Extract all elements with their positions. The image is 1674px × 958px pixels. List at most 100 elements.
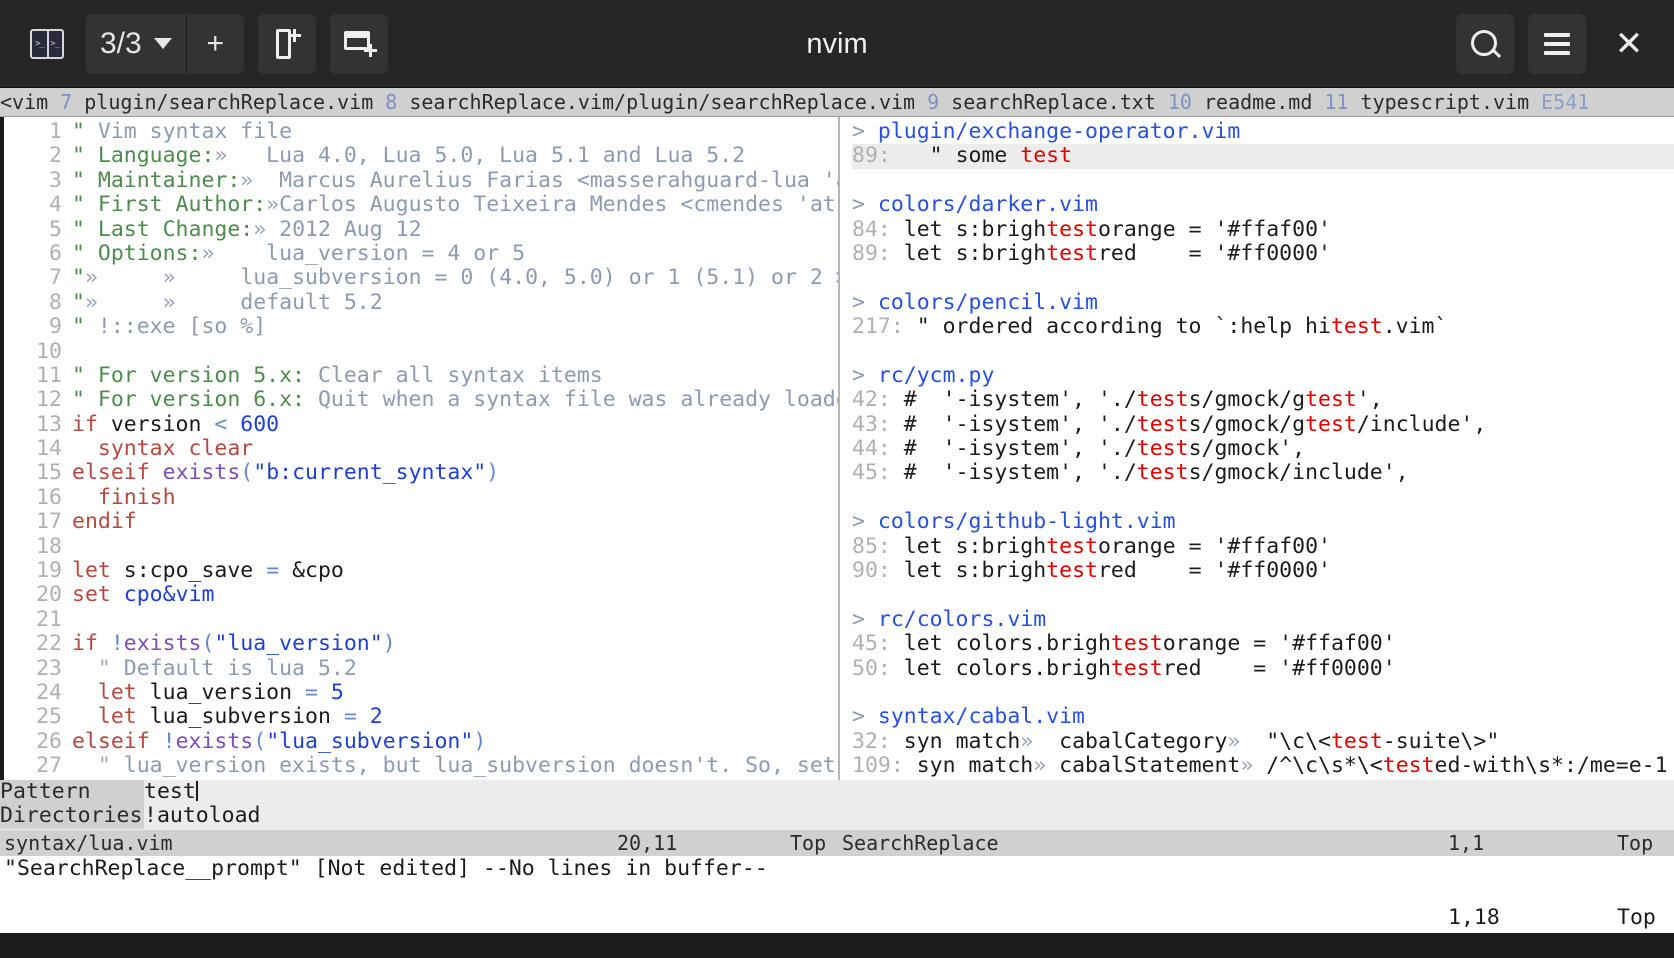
search-results-pane[interactable]: > plugin/exchange-operator.vim 89: " some… [840,117,1674,780]
window-titlebar: >_ >_ 3/3 + nvim ✕ [0,0,1674,88]
code-token: let [97,679,137,705]
menu-button[interactable] [1528,13,1586,74]
prompt-row[interactable]: Directories!autoload [0,803,1674,829]
result-line-number: 42: [852,387,891,413]
code-token: &cpo [279,558,344,584]
code-token: Options: [97,240,202,266]
code-token: let [72,558,111,584]
result-file-header[interactable]: > rc/colors.vim [852,607,1674,632]
searchreplace-prompt[interactable]: Pattern test Directories!autoload [0,779,1674,830]
status-right-name: SearchReplace [842,831,999,855]
source-line[interactable]: 14 syntax clear [4,436,838,461]
result-text: # '-isystem', './ [890,387,1137,413]
tabline-tab[interactable]: 8 searchReplace.vim/plugin/searchReplace… [373,90,915,114]
close-window-button[interactable]: ✕ [1600,14,1658,74]
source-line[interactable]: 15 elseif exists("b:current_syntax") [4,461,838,486]
tabline-error-code: E541 [1541,89,1590,114]
source-line[interactable]: 7 "» » lua_subversion = 0 (4.0, 5.0) or 1… [4,265,838,291]
line-number: 22 [36,631,62,657]
source-line[interactable]: 22 if !exists("lua_version") [4,631,838,657]
source-line[interactable]: 12 " For version 6.x: Quit when a syntax … [4,387,838,412]
source-line[interactable]: 17 endif [4,509,838,534]
source-line[interactable]: 26 elseif !exists("lua_subversion") [4,729,838,754]
result-line-number: 217: [852,314,904,340]
source-line[interactable]: 27 " lua_version exists, but lua_subvers… [4,753,838,779]
result-line[interactable]: 89: " some test [852,143,1674,169]
code-token: » [162,265,176,291]
source-pane[interactable]: 1 " Vim syntax file 2 " Language:» Lua 4.0,… [0,117,840,780]
prompt-value[interactable]: !autoload [144,803,261,828]
source-line[interactable]: 20 set cpo&vim [4,582,838,608]
source-line[interactable]: 13 if version < 600 [4,412,838,437]
code-token: " [97,753,124,779]
source-line[interactable]: 23 " Default is lua 5.2 [4,656,838,681]
tabline-tab[interactable]: 7 plugin/searchReplace.vim [48,90,373,114]
result-line-number: 45: [852,631,891,657]
result-file-header[interactable]: > rc/ycm.py [852,363,1674,388]
prompt-label: Pattern [0,779,144,805]
result-text: red = '#ff0000' [1097,240,1331,266]
match-highlight: test [1046,558,1098,584]
result-line[interactable]: 50: let colors.brightestred = '#ff0000' [852,656,1674,681]
source-line[interactable]: 10 [4,339,838,364]
result-line[interactable]: 90: let s:brightestred = '#ff0000' [852,558,1674,584]
result-file-header[interactable]: > colors/pencil.vim [852,289,1674,315]
new-file-button[interactable] [257,13,316,74]
result-line[interactable]: 85: let s:brightestorange = '#ffaf00' [852,534,1674,559]
result-line[interactable]: 45: # '-isystem', './tests/gmock/include… [852,461,1674,486]
source-line[interactable]: 18 [4,534,838,559]
code-token: For version 5.x: [97,362,305,388]
prompt-value[interactable]: test [144,779,196,804]
source-line[interactable]: 1 " Vim syntax file [4,119,838,144]
result-line[interactable]: 43: # '-isystem', './tests/gmock/gtest/i… [852,411,1674,437]
source-line[interactable]: 24 let lua_version = 5 [4,679,838,705]
result-line[interactable]: 109: syn match» cabalStatement» /^\c\s*\… [852,753,1674,778]
result-line[interactable]: 32: syn match» cabalCategory» "\c\<test-… [852,729,1674,754]
new-window-button[interactable] [329,13,388,74]
result-line[interactable]: 45: let colors.brightestorange = '#ffaf0… [852,631,1674,657]
code-token: lua_subversion = 0 (4.0, 5.0) or 1 (5.1)… [175,265,836,291]
result-file-header[interactable]: > syntax/cabal.vim [852,705,1674,729]
tabline[interactable]: <vim 7 plugin/searchReplace.vim 8 searchR… [0,88,1674,117]
result-text: red = '#ff0000' [1097,558,1331,584]
prompt-row[interactable]: Pattern test [0,779,1674,805]
result-line[interactable]: 84: let s:brightestorange = '#ffaf00' [852,217,1674,242]
command-line[interactable]: "SearchReplace__prompt" [Not edited] --N… [0,856,1674,933]
result-line[interactable]: 217: " ordered according to `:help hites… [852,314,1674,340]
result-file-header[interactable]: > plugin/exchange-operator.vim [852,119,1674,144]
source-line[interactable]: 21 [4,607,838,632]
match-highlight: test [1136,411,1189,437]
tabline-tab[interactable]: 9 searchReplace.txt [915,90,1156,114]
source-line[interactable]: 9 " !::exe [so %] [4,314,838,340]
result-line-number: 90: [852,558,891,584]
search-button[interactable] [1456,13,1514,74]
source-line[interactable]: 2 " Language:» Lua 4.0, Lua 5.0, Lua 5.1 … [4,143,838,168]
session-selector-button[interactable]: 3/3 [86,13,186,74]
chevron-right-icon: > [852,289,878,315]
results-spacer [852,340,1674,364]
result-line[interactable]: 44: # '-isystem', './tests/gmock', [852,436,1674,461]
source-line[interactable]: 5 " Last Change:» 2012 Aug 12 [4,217,838,242]
source-line[interactable]: 8 "» » default 5.2 [4,290,838,315]
result-line[interactable]: 89: let s:brightestred = '#ff0000' [852,240,1674,266]
new-tab-button[interactable]: + [185,13,244,74]
source-line[interactable]: 11 " For version 5.x: Clear all syntax it… [4,362,838,388]
result-line[interactable]: 42: # '-isystem', './tests/gmock/gtest', [852,387,1674,413]
source-line[interactable]: 16 finish [4,485,838,510]
source-line[interactable]: 25 let lua_subversion = 2 [4,704,838,729]
source-line[interactable]: 6 " Options:» lua_version = 4 or 5 [4,240,838,266]
source-line[interactable]: 19 let s:cpo_save = &cpo [4,558,838,584]
code-token: !::exe [so %] [97,314,267,340]
tabline-tab[interactable]: 11 typescript.vim [1312,90,1529,114]
result-file-header[interactable]: > colors/darker.vim [852,192,1674,217]
tabline-tab[interactable]: 10 readme.md [1156,90,1313,114]
result-text: let colors.brigh [890,631,1111,657]
source-line[interactable]: 3 " Maintainer:» Marcus Aurelius Farias <… [4,168,838,193]
result-file-header[interactable]: > colors/github-light.vim [852,510,1674,534]
source-line[interactable]: 4 " First Author:»Carlos Augusto Teixeira… [4,192,838,217]
code-token: ( [201,631,215,657]
